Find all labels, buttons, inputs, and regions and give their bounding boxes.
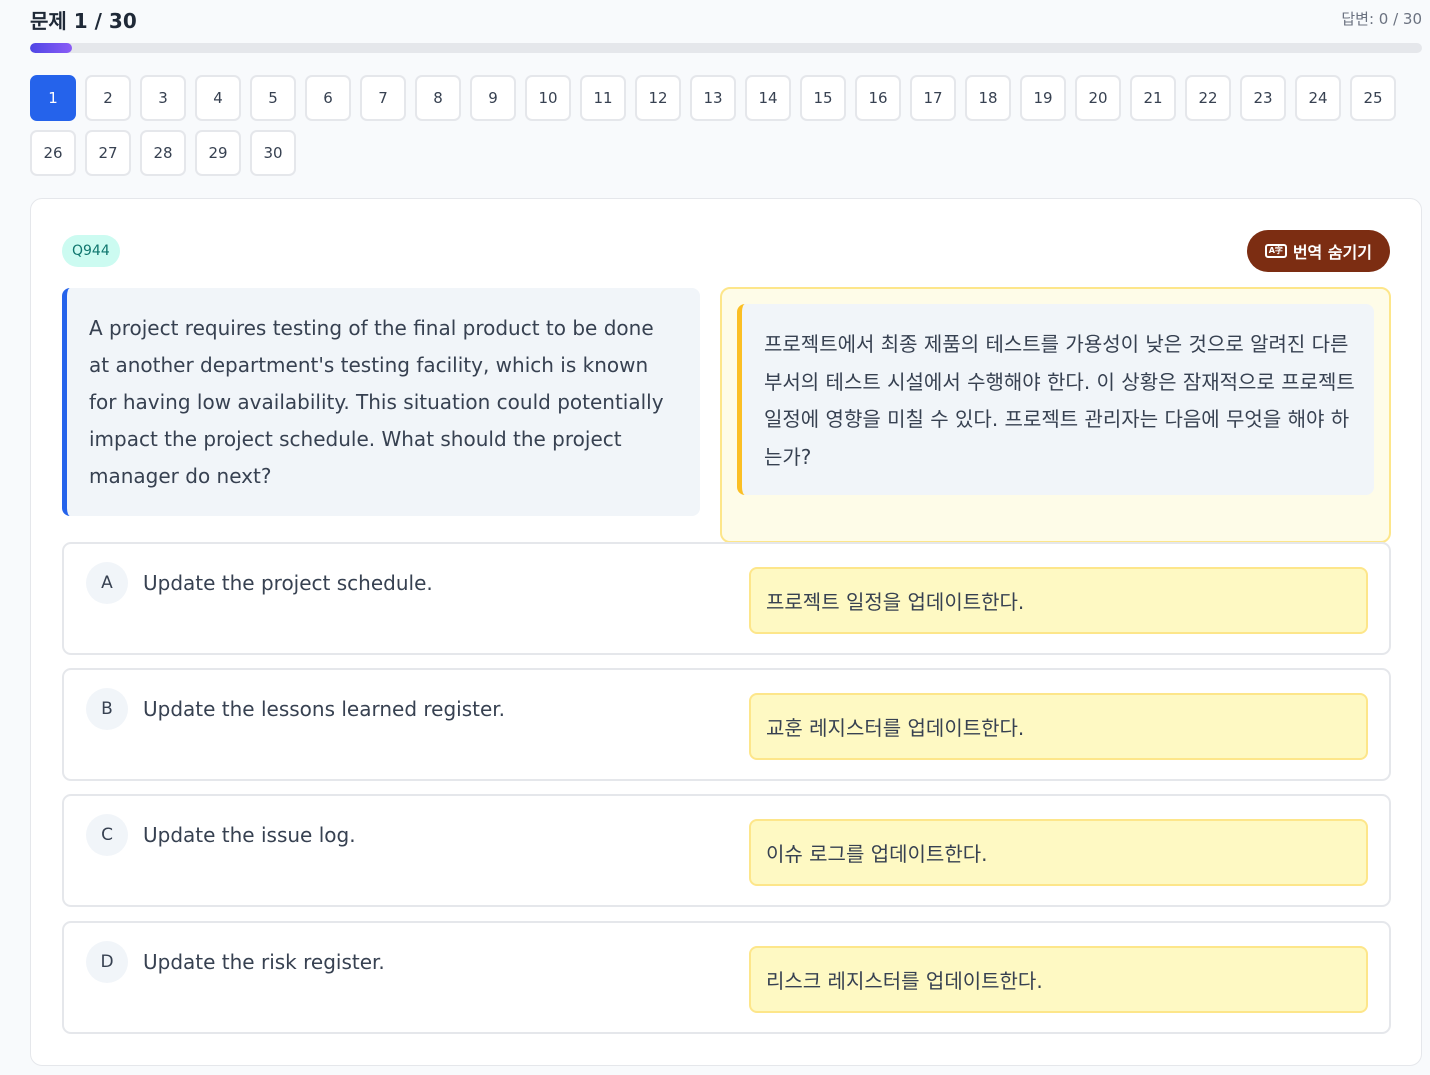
- option-translation: 이슈 로그를 업데이트한다.: [749, 819, 1368, 886]
- option-letter: D: [86, 941, 128, 983]
- progress-bar: [30, 43, 1422, 53]
- answered-count: 답변: 0 / 30: [1341, 10, 1422, 28]
- question-nav-button[interactable]: 11: [580, 75, 626, 121]
- answer-option-b[interactable]: B Update the lessons learned register. 교훈 …: [62, 668, 1391, 781]
- question-nav-button[interactable]: 28: [140, 130, 186, 176]
- question-counter: 문제 1 / 30: [30, 9, 137, 33]
- option-text: Update the issue log.: [143, 823, 356, 847]
- question-nav-button[interactable]: 18: [965, 75, 1011, 121]
- option-letter: B: [86, 688, 128, 730]
- option-letter: A: [86, 562, 128, 604]
- option-text: Update the project schedule.: [143, 571, 433, 595]
- question-nav-button[interactable]: 14: [745, 75, 791, 121]
- option-text: Update the risk register.: [143, 950, 385, 974]
- translate-icon: A字: [1264, 244, 1287, 258]
- question-nav-button[interactable]: 3: [140, 75, 186, 121]
- option-letter: C: [86, 814, 128, 856]
- question-nav-button[interactable]: 5: [250, 75, 296, 121]
- hide-translation-label: 번역 숨기기: [1292, 243, 1372, 262]
- question-nav-button[interactable]: 1: [30, 75, 76, 121]
- question-nav-button[interactable]: 29: [195, 130, 241, 176]
- option-translation: 프로젝트 일정을 업데이트한다.: [749, 567, 1368, 634]
- question-nav-button[interactable]: 21: [1130, 75, 1176, 121]
- question-nav-button[interactable]: 9: [470, 75, 516, 121]
- question-id-badge: Q944: [62, 235, 120, 267]
- question-nav-button[interactable]: 15: [800, 75, 846, 121]
- question-nav-button[interactable]: 7: [360, 75, 406, 121]
- question-nav-button[interactable]: 20: [1075, 75, 1121, 121]
- question-nav-button[interactable]: 13: [690, 75, 736, 121]
- question-nav-button[interactable]: 16: [855, 75, 901, 121]
- question-nav-button[interactable]: 17: [910, 75, 956, 121]
- progress-fill: [30, 43, 72, 53]
- option-text: Update the lessons learned register.: [143, 697, 506, 721]
- question-nav-button[interactable]: 8: [415, 75, 461, 121]
- question-text-korean: 프로젝트에서 최종 제품의 테스트를 가용성이 낮은 것으로 알려진 다른 부서…: [737, 304, 1374, 495]
- question-text-english: A project requires testing of the final …: [62, 288, 700, 516]
- question-nav-button[interactable]: 24: [1295, 75, 1341, 121]
- question-card: Q944 A字 번역 숨기기 A project requires testin…: [30, 198, 1422, 1066]
- option-translation: 리스크 레지스터를 업데이트한다.: [749, 946, 1368, 1013]
- question-nav-button[interactable]: 22: [1185, 75, 1231, 121]
- question-nav-button[interactable]: 30: [250, 130, 296, 176]
- question-nav-button[interactable]: 2: [85, 75, 131, 121]
- answer-option-c[interactable]: C Update the issue log. 이슈 로그를 업데이트한다.: [62, 794, 1391, 907]
- answer-option-d[interactable]: D Update the risk register. 리스크 레지스터를 업데이트…: [62, 921, 1391, 1034]
- question-nav-button[interactable]: 27: [85, 130, 131, 176]
- question-nav-button[interactable]: 4: [195, 75, 241, 121]
- option-translation: 교훈 레지스터를 업데이트한다.: [749, 693, 1368, 760]
- question-navigator: 1 2 3 4 5 6 7 8 9 10 11 12 13 14 15 16 17 18 19 20 21 22 23 24 2…: [30, 75, 1410, 176]
- question-nav-button[interactable]: 12: [635, 75, 681, 121]
- question-nav-button[interactable]: 19: [1020, 75, 1066, 121]
- translation-panel: 프로젝트에서 최종 제품의 테스트를 가용성이 낮은 것으로 알려진 다른 부서…: [720, 287, 1391, 543]
- question-nav-button[interactable]: 26: [30, 130, 76, 176]
- question-nav-button[interactable]: 10: [525, 75, 571, 121]
- question-nav-button[interactable]: 25: [1350, 75, 1396, 121]
- question-nav-button[interactable]: 6: [305, 75, 351, 121]
- answer-option-a[interactable]: A Update the project schedule. 프로젝트 일정을 업데…: [62, 542, 1391, 655]
- hide-translation-button[interactable]: A字 번역 숨기기: [1246, 230, 1390, 272]
- question-nav-button[interactable]: 23: [1240, 75, 1286, 121]
